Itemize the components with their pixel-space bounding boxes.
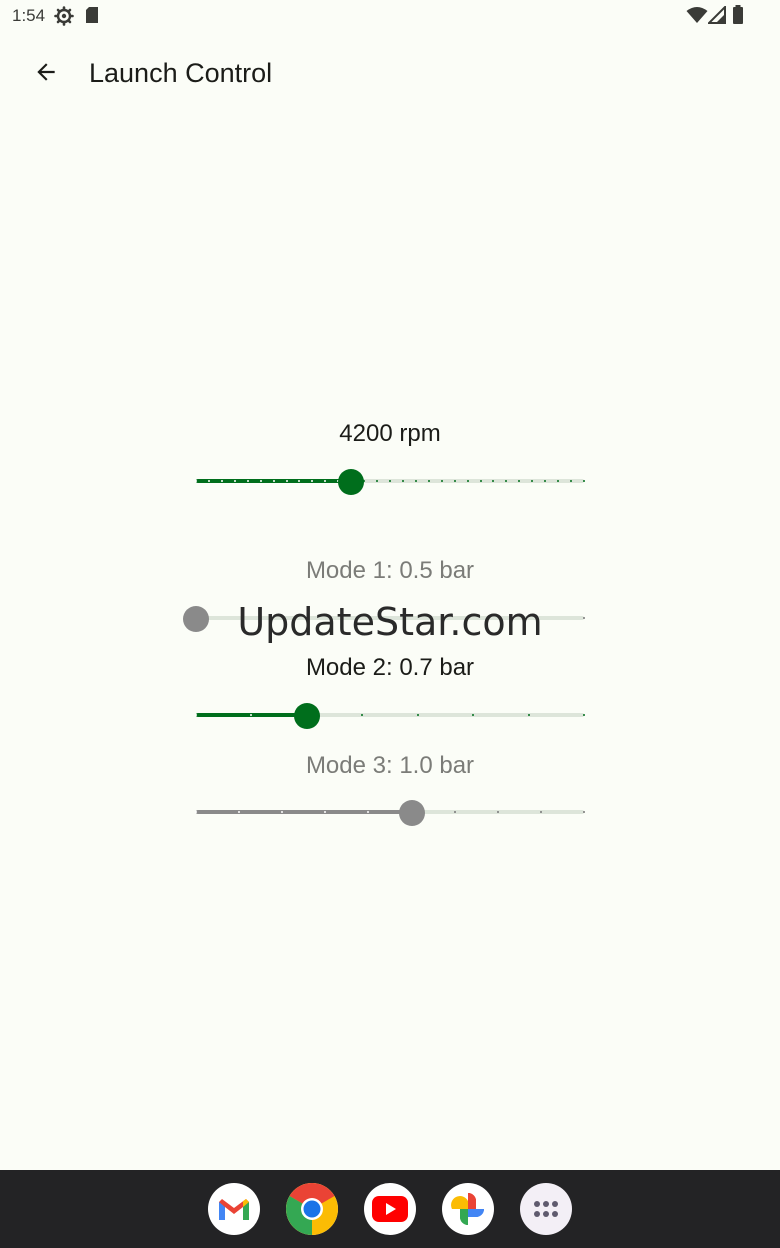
slider-tick <box>479 480 482 482</box>
page-title: Launch Control <box>89 58 273 88</box>
mode3-label: Mode 3: 1.0 bar <box>305 752 475 779</box>
app-drawer-icon[interactable] <box>520 1183 572 1235</box>
slider-tick <box>583 811 585 813</box>
mode1-label: Mode 1: 0.5 bar <box>305 557 475 584</box>
slider-tick <box>285 480 288 482</box>
status-time: 1:54 <box>12 6 46 25</box>
mode2-label: Mode 2: 0.7 bar <box>305 654 475 681</box>
youtube-icon[interactable] <box>364 1183 416 1235</box>
app-dock <box>0 1170 780 1248</box>
photos-icon[interactable] <box>442 1183 494 1235</box>
gmail-icon[interactable] <box>208 1183 260 1235</box>
slider-tick <box>207 480 210 482</box>
mode3-slider[interactable] <box>195 792 585 832</box>
slider-tick <box>416 714 419 716</box>
arrow-back-icon <box>33 59 59 90</box>
slider-thumb[interactable] <box>293 703 320 729</box>
slider-tick <box>246 480 249 482</box>
sd-card-icon <box>84 6 100 24</box>
slider-tick <box>389 480 391 482</box>
slider-tick <box>220 480 223 482</box>
slider-tick <box>195 714 197 716</box>
slider-tick <box>427 480 430 482</box>
rpm-slider[interactable] <box>195 461 585 501</box>
slider-tick <box>583 480 585 482</box>
watermark-text: UpdateStar.com <box>237 600 543 644</box>
slider-tick <box>195 480 197 482</box>
settings-gear-icon <box>54 6 74 26</box>
wifi-icon <box>686 6 708 24</box>
slider-tick <box>453 480 456 482</box>
slider-tick <box>453 811 456 813</box>
slider-tick <box>440 480 443 482</box>
slider-tick <box>233 480 236 482</box>
chrome-icon[interactable] <box>286 1183 338 1235</box>
top-app-bar: Launch Control <box>0 40 780 108</box>
slider-thumb[interactable] <box>398 800 425 826</box>
slider-tick <box>401 480 404 482</box>
slider-track-active <box>196 810 412 814</box>
slider-tick <box>272 480 275 482</box>
rpm-value-label: 4200 rpm <box>339 420 441 447</box>
slider-tick <box>466 480 469 482</box>
slider-tick <box>583 714 585 716</box>
slider-tick <box>195 811 197 813</box>
cell-signal-icon <box>706 4 726 24</box>
slider-tick <box>496 811 499 813</box>
slider-tick <box>539 811 542 813</box>
slider-thumb[interactable] <box>338 469 365 495</box>
slider-tick <box>259 480 262 482</box>
slider-tick <box>527 714 530 716</box>
status-bar: 1:54 <box>0 0 780 32</box>
battery-icon <box>732 5 744 25</box>
mode2-slider[interactable] <box>195 695 585 735</box>
back-button[interactable] <box>22 54 70 94</box>
slider-tick <box>414 480 417 482</box>
